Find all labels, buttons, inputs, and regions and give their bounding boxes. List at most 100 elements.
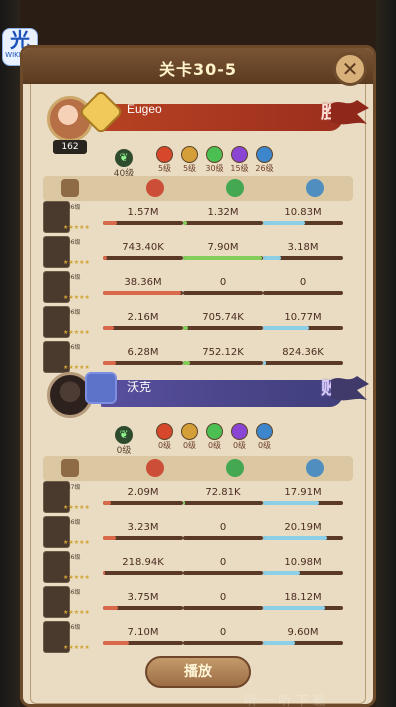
heal-cell: 705.74K (183, 312, 263, 332)
hero-stars: ★★★★★ (63, 329, 90, 336)
attack-value: 2.16M (127, 312, 159, 323)
hero-level: 386级 (63, 624, 81, 631)
heal-value: 705.74K (202, 312, 244, 323)
loser-orb-label-3: 0级 (207, 441, 222, 450)
heal-cell: 752.12K (183, 347, 263, 367)
shield-bar-fill (263, 256, 281, 260)
loser-water-orb-icon (256, 423, 273, 440)
winner-orb-label-3: 30级 (205, 164, 224, 173)
attack-bar-fill (103, 536, 116, 540)
loser-orb-label-1: 0级 (157, 441, 172, 450)
heal-bar (183, 501, 263, 505)
winner-orb-label-1: 5级 (157, 164, 172, 173)
stat-row: 386级 ★★★★★ 3.75M 0 18.12M (43, 586, 353, 620)
hero-level: 386级 (63, 554, 81, 561)
attack-cell: 1.57M (103, 207, 183, 227)
winner-orb-label-2: 5级 (182, 164, 197, 173)
hero-level: 296级 (63, 344, 81, 351)
loser-orb-label-5: 0级 (257, 441, 272, 450)
page-title: 关卡30-5 (158, 60, 238, 79)
stat-row: 296级 ★★★★★ 743.40K 7.90M 3.18M (43, 236, 353, 270)
heal-bar (183, 291, 263, 295)
heal-bar-fill (183, 326, 188, 330)
shield-value: 18.12M (284, 592, 322, 603)
attack-cell: 218.94K (103, 557, 183, 577)
heal-cell: 1.32M (183, 207, 263, 227)
attack-value: 3.75M (127, 592, 159, 603)
hero-stars: ★★★★★ (63, 539, 90, 546)
attack-bar (103, 291, 183, 295)
attack-bar-fill (103, 606, 119, 610)
stat-row: 387级 ★★★★★ 2.09M 72.81K 17.91M (43, 481, 353, 515)
loser-shield-icon (306, 459, 324, 477)
attack-bar (103, 606, 183, 610)
shield-cell: 824.36K (263, 347, 343, 367)
heal-cell: 0 (183, 627, 263, 647)
attack-cell: 7.10M (103, 627, 183, 647)
attack-bar (103, 641, 183, 645)
attack-value: 7.10M (127, 627, 159, 638)
shield-cell: 10.77M (263, 312, 343, 332)
attack-value: 218.94K (122, 557, 164, 568)
shield-cell: 0 (263, 277, 343, 297)
loser-orb-label-2: 0级 (182, 441, 197, 450)
attack-value: 3.23M (127, 522, 159, 533)
loser-attack-icon (146, 459, 164, 477)
loser-header: 沃克 败 (33, 372, 369, 418)
shield-value: 0 (299, 277, 307, 288)
shield-bar (263, 606, 343, 610)
attack-bar (103, 536, 183, 540)
shield-bar (263, 256, 343, 260)
heal-value: 0 (219, 627, 227, 638)
hero-stars: ★★★★★ (63, 609, 90, 616)
attack-cell: 2.16M (103, 312, 183, 332)
hero-level: 387级 (63, 484, 81, 491)
light-orb-icon (181, 146, 198, 163)
shield-cell: 10.83M (263, 207, 343, 227)
attack-value: 743.40K (122, 242, 164, 253)
shield-value: 10.98M (284, 557, 322, 568)
attack-bar-fill (103, 571, 106, 575)
heal-bar (183, 606, 263, 610)
heal-value: 72.81K (205, 487, 241, 498)
hero-stars: ★★★★★ (63, 504, 90, 511)
stat-row: 296级 ★★★★★ 1.57M 1.32M 10.83M (43, 201, 353, 235)
close-button[interactable]: ✕ (333, 52, 367, 86)
heal-value: 0 (219, 592, 227, 603)
shield-bar-fill (263, 361, 267, 365)
shadow-orb-icon (231, 146, 248, 163)
heal-cell: 0 (183, 557, 263, 577)
shield-bar-fill (263, 606, 325, 610)
hero-level: 386级 (63, 589, 81, 596)
attack-bar-fill (103, 326, 115, 330)
heal-cell: 0 (183, 592, 263, 612)
heal-cell: 0 (183, 522, 263, 542)
attack-bar-fill (103, 256, 107, 260)
attack-bar-fill (103, 641, 129, 645)
scroll-icon (61, 179, 79, 197)
attack-cell: 38.36M (103, 277, 183, 297)
attack-cell: 3.23M (103, 522, 183, 542)
hero-level: 296级 (63, 239, 81, 246)
attack-cell: 6.28M (103, 347, 183, 367)
play-button[interactable]: 播放 (145, 656, 251, 688)
left-background (0, 0, 20, 707)
hero-level: 296级 (63, 309, 81, 316)
shield-value: 10.83M (284, 207, 322, 218)
shield-bar-fill (263, 641, 295, 645)
heal-bar (183, 641, 263, 645)
loser-flag-tail-icon (331, 376, 369, 401)
shield-bar (263, 326, 343, 330)
shield-bar (263, 536, 343, 540)
loser-nature-orb-icon (206, 423, 223, 440)
heal-value: 752.12K (202, 347, 244, 358)
heal-bar (183, 536, 263, 540)
attack-cell: 3.75M (103, 592, 183, 612)
hero-level: 386级 (63, 519, 81, 526)
attack-bar-fill (103, 361, 116, 365)
loser-table-header (43, 456, 353, 481)
shield-bar (263, 571, 343, 575)
heal-cell: 7.90M (183, 242, 263, 262)
heal-bar (183, 256, 263, 260)
hero-stars: ★★★★★ (63, 259, 90, 266)
